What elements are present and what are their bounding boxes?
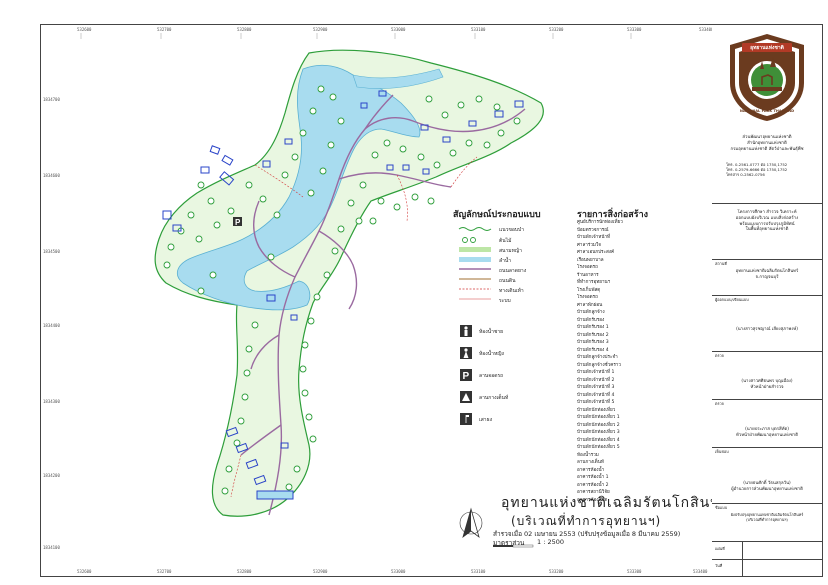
building-item: ป้อมตรวจการณ์: [577, 227, 609, 233]
building-item: ห้องน้ำรวม: [577, 452, 599, 458]
legend-label: ห้องน้ำชาย: [479, 329, 504, 335]
coordinate-grid: [80, 33, 632, 39]
office-line: กรมอุทยานแห่งชาติ สัตว์ป่าและพันธุ์พืช: [730, 146, 804, 152]
building-item: โรงจอดรถ: [577, 265, 598, 270]
building-item: โรงจอดรถ: [577, 295, 598, 300]
building-item: บ้านพักนักท่องเที่ยว 5: [577, 445, 620, 450]
building-item: บ้านพักลูกจ้าง: [577, 310, 605, 315]
building-item: บ้านพักรับรอง 2: [577, 332, 609, 338]
place-label: สถานที่: [715, 261, 727, 266]
approver-label: เห็นชอบ: [715, 449, 729, 454]
building-item: บ้านพักเจ้าหน้าที่ 5: [577, 400, 615, 405]
date-divider: [742, 560, 743, 576]
project-box: โครงการศึกษา สำรวจ วิเคราะห์ ออกแบบผังบร…: [712, 203, 822, 260]
building-item: ลานกางเต็นท์: [577, 460, 604, 465]
building-item: บ้านพักรับรอง 3: [577, 340, 609, 345]
park-title: อุทยานแห่งชาติเฉลิมรัตนโกสินทร์: [501, 495, 729, 511]
building-item: บ้านพักนักท่องเที่ยว 4: [577, 437, 620, 443]
checker1-box: ตรวจ (นางสาวศศิธนพร บุญเมือง) หัวหน้าฝ่า…: [712, 351, 822, 400]
designer-name: (นางสาวสุรชญาณ์ เสียงสุภาพงษ์): [736, 326, 798, 332]
building-item: บ้านพักลูกจ้างชั่วคราว: [577, 362, 621, 368]
checker2-title: หัวหน้าฝ่ายพัฒนาอุทยานแห่งชาติ: [735, 432, 799, 438]
building-item: บ้านพักลูกจ้างประจำ: [577, 355, 618, 360]
title-panel: อุทยานแห่งชาติ NATIONAL PARK THAILAND ส่…: [712, 24, 823, 577]
building-item: บ้านพักเจ้าหน้าที่ 3: [577, 385, 615, 390]
building-item: ร้านอาหาร: [577, 272, 599, 278]
legend-label: ลานกางเต็นท์: [479, 395, 509, 401]
checker2-label: ตรวจ: [715, 401, 724, 406]
approver-title: ผู้อำนวยการส่วนพัฒนาอุทยานแห่งชาติ: [731, 486, 803, 492]
office-block: ส่วนพัฒนาอุทยานแห่งชาติ สำนักอุทยานแห่งช…: [712, 135, 822, 152]
checker1-title: หัวหน้าฝ่ายสำรวจ: [750, 384, 784, 390]
north-arrow: [459, 507, 483, 539]
legend-label: ถนนลาดยาง: [499, 268, 527, 274]
legend-label: ต้นไม้: [499, 238, 512, 244]
building-item: ศูนย์บริการนักท่องเที่ยว: [577, 220, 623, 225]
building-item: ศาลาเอนกประสงค์: [577, 250, 615, 255]
building-item: บ้านพักนักท่องเที่ยว 2: [577, 422, 620, 428]
legend-label: ห้องน้ำหญิง: [479, 351, 504, 357]
sheet-divider: [742, 542, 743, 560]
building-item: อาคารห้องน้ำ 2: [577, 482, 609, 488]
building-item: ศาลาพักผ่อน: [577, 302, 603, 308]
approver-box: เห็นชอบ (นายธนศักดิ์ วัธนสกุลวัน) ผู้อำน…: [712, 447, 822, 504]
legend-label: ลำน้ำ: [499, 258, 512, 264]
building-item: บ้านพักรับรอง 4: [577, 347, 609, 353]
date-box: วันที่: [712, 559, 822, 576]
legend-label: สนามหญ้า: [499, 248, 522, 254]
building-item: บ้านพักเจ้าหน้าที่ 2: [577, 377, 615, 383]
legend-label: แนวขอบป่า: [499, 227, 525, 233]
logo-ring-text: NATIONAL PARK THAILAND: [739, 109, 795, 113]
building-list-title: รายการสิ่งก่อสร้าง: [577, 210, 649, 220]
checker2-box: ตรวจ (นายประภาส บุตรสีทัต) หัวหน้าฝ่ายพั…: [712, 399, 822, 448]
building-item: โรงเก็บพัสดุ: [577, 287, 601, 293]
sheet-box: แผ่นที่: [712, 541, 822, 560]
svg-text:P: P: [235, 218, 241, 227]
scale-label: มาตราส่วน: [493, 539, 525, 547]
legend-title: สัญลักษณ์ประกอบแบบ: [453, 210, 541, 220]
scale-value: 1 : 2500: [537, 538, 564, 546]
tel-line: โทรสาร 0-2562-0756: [726, 171, 765, 177]
legend-label: ถนนดิน: [499, 278, 516, 284]
drawing-box: ชื่อแบบ ผังปรับปรุงอุทยานแห่งชาติเฉลิมรั…: [712, 503, 822, 542]
drawing-line: (บริเวณที่ทำการอุทยานฯ): [746, 516, 788, 522]
logo-top-text: อุทยานแห่งชาติ: [750, 45, 784, 51]
checker1-label: ตรวจ: [715, 353, 724, 358]
building-item: บ้านพักนักท่องเที่ยว 1: [577, 415, 620, 420]
building-item: บ้านพักเจ้าหน้าที่ 4: [577, 392, 615, 398]
building-item: บ้านพักเจ้าหน้าที่: [577, 235, 611, 240]
legend-label: ทางเดินเท้า: [499, 288, 524, 294]
building-item: บ้านพักนักท่องเที่ยว: [577, 407, 616, 413]
legend-label: ระบบ: [499, 298, 511, 304]
svg-text:P: P: [463, 371, 470, 382]
designer-box: ผู้ออกแบบ/เขียนแบบ (นางสาวสุรชญาณ์ เสียง…: [712, 295, 822, 352]
place-line: จ.กาญจนบุรี: [755, 274, 779, 280]
building-item: ศาลาร่วมใจ: [577, 242, 601, 248]
building-item: บ้านพักรับรอง 1: [577, 325, 609, 330]
building-item: บ้านพักรับรอง: [577, 317, 605, 323]
sheet-label: แผ่นที่: [715, 546, 725, 551]
designer-label: ผู้ออกแบบ/เขียนแบบ: [715, 297, 749, 302]
building-item: อาคารห้องน้ำ 1: [577, 475, 609, 480]
building-item: อาคารห้องน้ำ: [577, 467, 605, 473]
building-item: เรือนพยาบาล: [577, 257, 604, 263]
date-label: วันที่: [715, 563, 723, 568]
project-line: ในพื้นที่อุทยานแห่งชาติ: [745, 227, 789, 233]
building-item: บ้านพักนักท่องเที่ยว 3: [577, 430, 620, 435]
building-item: บ้านพักเจ้าหน้าที่ 1: [577, 370, 615, 375]
parking-symbol: P: [233, 217, 242, 227]
legend-label: เสาธง: [479, 417, 493, 423]
tel-block: โทร. 0-2561-0777 ต่อ 1750,1752 โทร. 0-25…: [726, 162, 820, 178]
building-item: ที่ทำการอุทยานฯ: [577, 280, 611, 285]
legend-label: ลานจอดรถ: [479, 373, 504, 379]
place-box: สถานที่ อุทยานแห่งชาติเฉลิมรัตนโกสินทร์ …: [712, 259, 822, 296]
map-sheet: 532600 532700 532800 532900 533000 53310…: [40, 24, 728, 577]
